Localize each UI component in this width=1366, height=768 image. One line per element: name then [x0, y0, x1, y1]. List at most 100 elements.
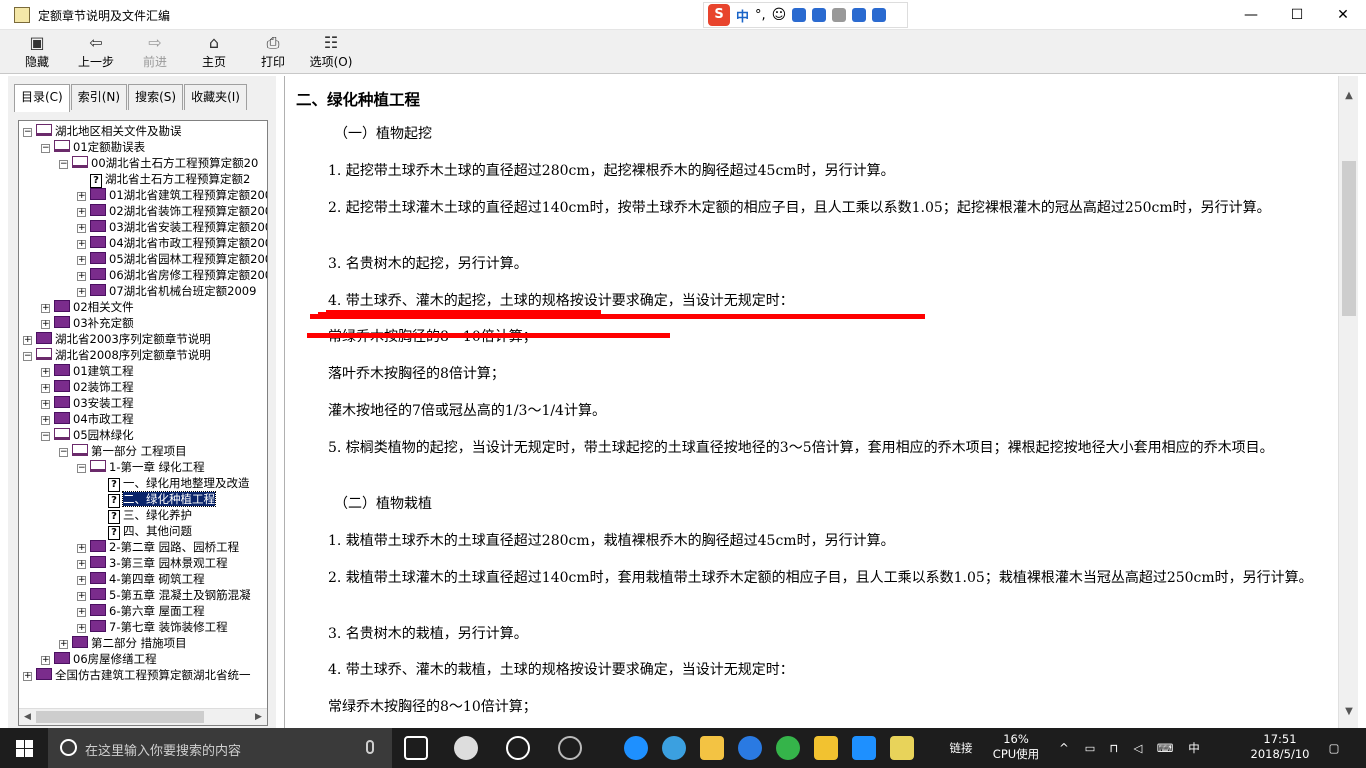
- ime-indicator[interactable]: 中: [1184, 728, 1204, 768]
- expand-icon[interactable]: +: [77, 224, 86, 233]
- content-scroll-thumb[interactable]: [1342, 161, 1356, 316]
- tab-search[interactable]: 搜索(S): [128, 84, 184, 110]
- tree-item[interactable]: +01建筑工程: [41, 363, 134, 379]
- keyboard-icon[interactable]: [812, 8, 827, 22]
- expand-icon[interactable]: +: [41, 416, 50, 425]
- task-view-icon[interactable]: [404, 736, 428, 760]
- tree-scroll-thumb[interactable]: [36, 711, 204, 723]
- expand-icon[interactable]: +: [77, 608, 86, 617]
- browser-g-icon[interactable]: [738, 736, 762, 760]
- expand-icon[interactable]: +: [77, 240, 86, 249]
- tree-item[interactable]: − 湖北地区相关文件及勘误: [23, 123, 182, 139]
- chevron-up-icon[interactable]: ^: [1054, 728, 1074, 768]
- hide-button[interactable]: ▣ 隐藏: [12, 32, 62, 72]
- ime-mode-indicator[interactable]: 中: [736, 6, 749, 25]
- close-button[interactable]: ✕: [1320, 0, 1366, 30]
- expand-icon[interactable]: +: [77, 208, 86, 217]
- options-button[interactable]: ☷ 选项(O): [305, 32, 357, 72]
- back-button[interactable]: ⇦ 上一步: [71, 32, 121, 72]
- tree-item[interactable]: +6-第六章 屋面工程: [77, 603, 205, 619]
- tree-item[interactable]: ? 三、绿化养护: [95, 507, 192, 524]
- expand-icon[interactable]: +: [77, 288, 86, 297]
- expand-icon[interactable]: +: [23, 336, 32, 345]
- tree-item[interactable]: +03安装工程: [41, 395, 134, 411]
- tree-item[interactable]: +06房屋修缮工程: [41, 651, 157, 667]
- expand-icon[interactable]: +: [77, 272, 86, 281]
- collapse-icon[interactable]: −: [59, 448, 68, 457]
- notification-icon[interactable]: ▢: [1322, 728, 1346, 768]
- tree-item[interactable]: ? 湖北省土石方工程预算定额2: [77, 171, 250, 188]
- tree-item[interactable]: ? 四、其他问题: [95, 523, 192, 540]
- keyboard-icon[interactable]: ⌨: [1152, 728, 1178, 768]
- forward-button[interactable]: ⇨ 前进: [130, 32, 180, 72]
- tree-item[interactable]: +04湖北省市政工程预算定额2008: [77, 235, 267, 251]
- tree-item[interactable]: +01湖北省建筑工程预算定额2008: [77, 187, 267, 203]
- expand-icon[interactable]: +: [41, 656, 50, 665]
- network-icon[interactable]: ⊓: [1104, 728, 1124, 768]
- tree-item[interactable]: ? 二、绿化种植工程: [95, 491, 216, 508]
- tree-item[interactable]: +02湖北省装饰工程预算定额2008: [77, 203, 267, 219]
- skin-icon[interactable]: [852, 8, 867, 22]
- cpu-meter[interactable]: 16% CPU使用: [986, 728, 1046, 768]
- link-toolbar[interactable]: 链接: [944, 728, 978, 768]
- collapse-icon[interactable]: −: [23, 352, 32, 361]
- tree-item[interactable]: + 全国仿古建筑工程预算定额湖北省统一: [23, 667, 251, 683]
- expand-icon[interactable]: +: [77, 256, 86, 265]
- scroll-left-icon[interactable]: ◀: [19, 709, 36, 725]
- sogou-logo-icon[interactable]: S: [708, 4, 730, 26]
- expand-icon[interactable]: +: [41, 320, 50, 329]
- expand-icon[interactable]: +: [41, 304, 50, 313]
- tree-item[interactable]: +4-第四章 砌筑工程: [77, 571, 205, 587]
- wrench-icon[interactable]: [872, 8, 887, 22]
- content-vertical-scrollbar[interactable]: ▲ ▼: [1338, 76, 1358, 728]
- scroll-down-icon[interactable]: ▼: [1339, 702, 1359, 722]
- expand-icon[interactable]: +: [77, 560, 86, 569]
- print-button[interactable]: ⎙ 打印: [248, 32, 298, 72]
- collapse-icon[interactable]: −: [41, 144, 50, 153]
- expand-icon[interactable]: +: [41, 400, 50, 409]
- taskbar-search[interactable]: 在这里输入你要搜索的内容: [48, 728, 392, 768]
- tab-index[interactable]: 索引(N): [70, 84, 128, 110]
- ie-icon[interactable]: [662, 736, 686, 760]
- expand-icon[interactable]: +: [77, 544, 86, 553]
- tree-item[interactable]: − 01定额勘误表: [41, 139, 145, 155]
- tree-item[interactable]: + 第二部分 措施项目: [59, 635, 187, 651]
- tree-item[interactable]: +3-第三章 园林景观工程: [77, 555, 228, 571]
- collapse-icon[interactable]: −: [59, 160, 68, 169]
- file-explorer-icon[interactable]: [700, 736, 724, 760]
- microphone-icon[interactable]: [366, 740, 374, 754]
- tree-item[interactable]: +7-第七章 装饰装修工程: [77, 619, 228, 635]
- collapse-icon[interactable]: −: [23, 128, 32, 137]
- tree-item[interactable]: +05湖北省园林工程预算定额2009: [77, 251, 267, 267]
- minimize-button[interactable]: —: [1228, 0, 1274, 30]
- expand-icon[interactable]: +: [23, 672, 32, 681]
- tree-horizontal-scrollbar[interactable]: ◀ ▶: [19, 708, 267, 725]
- tree-item[interactable]: +06湖北省房修工程预算定额2009: [77, 267, 267, 283]
- scroll-up-icon[interactable]: ▲: [1339, 86, 1359, 106]
- notes-icon[interactable]: [814, 736, 838, 760]
- clock[interactable]: 17:51 2018/5/10: [1240, 728, 1320, 768]
- spiral-app-icon[interactable]: [558, 736, 582, 760]
- 360-icon[interactable]: [776, 736, 800, 760]
- collapse-icon[interactable]: −: [77, 464, 86, 473]
- tab-favorites[interactable]: 收藏夹(I): [184, 84, 247, 110]
- expand-icon[interactable]: +: [41, 384, 50, 393]
- microphone-icon[interactable]: [792, 8, 807, 22]
- battery-icon[interactable]: ▭: [1080, 728, 1100, 768]
- tree-item[interactable]: +07湖北省机械台班定额2009: [77, 283, 256, 299]
- expand-icon[interactable]: +: [77, 192, 86, 201]
- tree-item[interactable]: +04市政工程: [41, 411, 134, 427]
- edge-browser-icon[interactable]: [506, 736, 530, 760]
- tree-item[interactable]: +5-第五章 混凝土及钢筋混凝: [77, 587, 251, 603]
- network-app-icon[interactable]: [852, 736, 876, 760]
- tree-item[interactable]: − 05园林绿化: [41, 427, 134, 443]
- edge-icon[interactable]: [624, 736, 648, 760]
- user-icon[interactable]: [832, 8, 847, 22]
- tree-item[interactable]: − 湖北省2008序列定额章节说明: [23, 347, 211, 363]
- expand-icon[interactable]: +: [41, 368, 50, 377]
- tree-item[interactable]: +03湖北省安装工程预算定额2008: [77, 219, 267, 235]
- expand-icon[interactable]: +: [59, 640, 68, 649]
- tree-item[interactable]: +02相关文件: [41, 299, 134, 315]
- emoji-icon[interactable]: ☺: [772, 7, 787, 23]
- scroll-right-icon[interactable]: ▶: [250, 709, 267, 725]
